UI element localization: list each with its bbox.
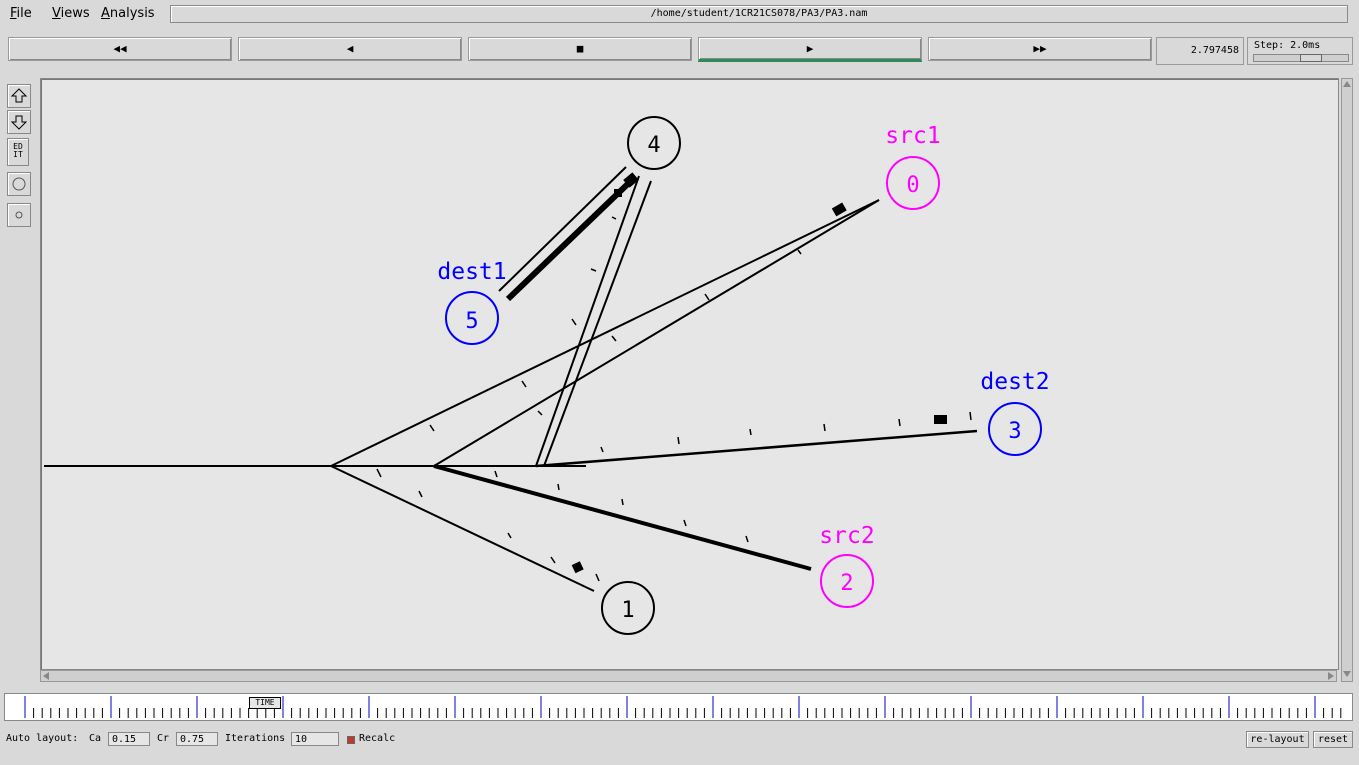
relayout-button[interactable]: re-layout: [1246, 731, 1309, 748]
link-to-node-4-b: [543, 180, 652, 467]
node-2-id: 2: [840, 571, 853, 596]
node-5-label: dest1: [437, 259, 506, 285]
rewind-button[interactable]: ◀◀: [8, 37, 232, 61]
menubar: File Views Analysis /home/student/1CR21C…: [0, 0, 1359, 28]
large-node-button[interactable]: [7, 172, 31, 196]
node-5-id: 5: [465, 309, 478, 334]
node-5: 5 dest1: [437, 259, 507, 345]
node-0-id: 0: [906, 173, 919, 198]
iterations-label: Iterations: [225, 733, 286, 744]
edit-button[interactable]: ED IT: [7, 138, 29, 166]
circle-large-icon: [12, 177, 26, 191]
cr-input[interactable]: 0.75: [176, 732, 218, 746]
link-to-node-0-a: [330, 199, 880, 467]
edit-label-bottom: IT: [13, 150, 23, 159]
node-3-label: dest2: [980, 369, 1049, 395]
node-3-id: 3: [1008, 419, 1021, 444]
link-4-5-a: [498, 166, 627, 292]
packet-boxes: [571, 172, 947, 574]
zoom-in-button[interactable]: [7, 84, 31, 108]
file-path-title: /home/student/1CR21CS078/PA3/PA3.nam: [170, 5, 1348, 23]
node-4-id: 4: [647, 133, 660, 158]
node-2: 2 src2: [819, 523, 875, 608]
node-3: 3 dest2: [980, 369, 1050, 456]
zoom-out-button[interactable]: [7, 110, 31, 134]
iterations-input[interactable]: 10: [291, 732, 339, 746]
link-to-node-1: [330, 465, 595, 592]
topology-svg: 0 src1 1 2 src2 3 dest2 4 5 dest1: [44, 116, 1050, 635]
scroll-arrows-vertical-icon: [1343, 81, 1351, 677]
menu-file[interactable]: File: [10, 6, 32, 21]
node-0-label: src1: [885, 123, 940, 149]
zoom-in-icon: [10, 88, 28, 103]
horizontal-scrollbar[interactable]: [40, 670, 1337, 682]
network-canvas[interactable]: 0 src1 1 2 src2 3 dest2 4 5 dest1: [40, 78, 1339, 670]
menu-analysis[interactable]: Analysis: [101, 6, 155, 21]
step-slider[interactable]: [1253, 54, 1349, 62]
cr-label: Cr: [157, 733, 170, 744]
scroll-arrows-icon: [43, 672, 1334, 680]
recalc-label: Recalc: [359, 733, 396, 744]
zoom-out-icon: [10, 115, 28, 130]
step-label: Step: 2.0ms: [1254, 40, 1321, 51]
node-1-id: 1: [621, 598, 634, 623]
play-button[interactable]: ▶: [698, 37, 922, 62]
stop-button[interactable]: ■: [468, 37, 692, 61]
fast-forward-button[interactable]: ▶▶: [928, 37, 1152, 61]
menu-views[interactable]: Views: [52, 6, 90, 21]
timeline-ticks: [24, 696, 1342, 718]
small-node-button[interactable]: [7, 203, 31, 227]
node-1: 1: [601, 581, 655, 635]
node-0: 0 src1: [885, 123, 941, 210]
timeline-slider[interactable]: TIME: [4, 693, 1353, 721]
node-4: 4: [627, 116, 681, 170]
ca-input[interactable]: 0.15: [108, 732, 150, 746]
circle-small-icon: [15, 211, 23, 219]
node-2-label: src2: [819, 523, 874, 549]
ca-label: Ca: [89, 733, 102, 744]
step-slider-thumb[interactable]: [1300, 54, 1322, 62]
current-time-display: 2.797458: [1156, 37, 1244, 65]
step-control: Step: 2.0ms: [1247, 37, 1353, 65]
nodes: 0 src1 1 2 src2 3 dest2 4 5 dest1: [437, 116, 1050, 635]
link-to-node-2: [433, 464, 812, 571]
reset-button[interactable]: reset: [1313, 731, 1353, 748]
auto-layout-label: Auto layout:: [6, 733, 79, 744]
recalc-checkbox[interactable]: [347, 736, 355, 744]
vertical-scrollbar[interactable]: [1341, 78, 1353, 682]
step-back-button[interactable]: ◀: [238, 37, 462, 61]
link-to-node-0-b: [433, 199, 880, 467]
timeline-marker[interactable]: TIME: [249, 697, 281, 709]
